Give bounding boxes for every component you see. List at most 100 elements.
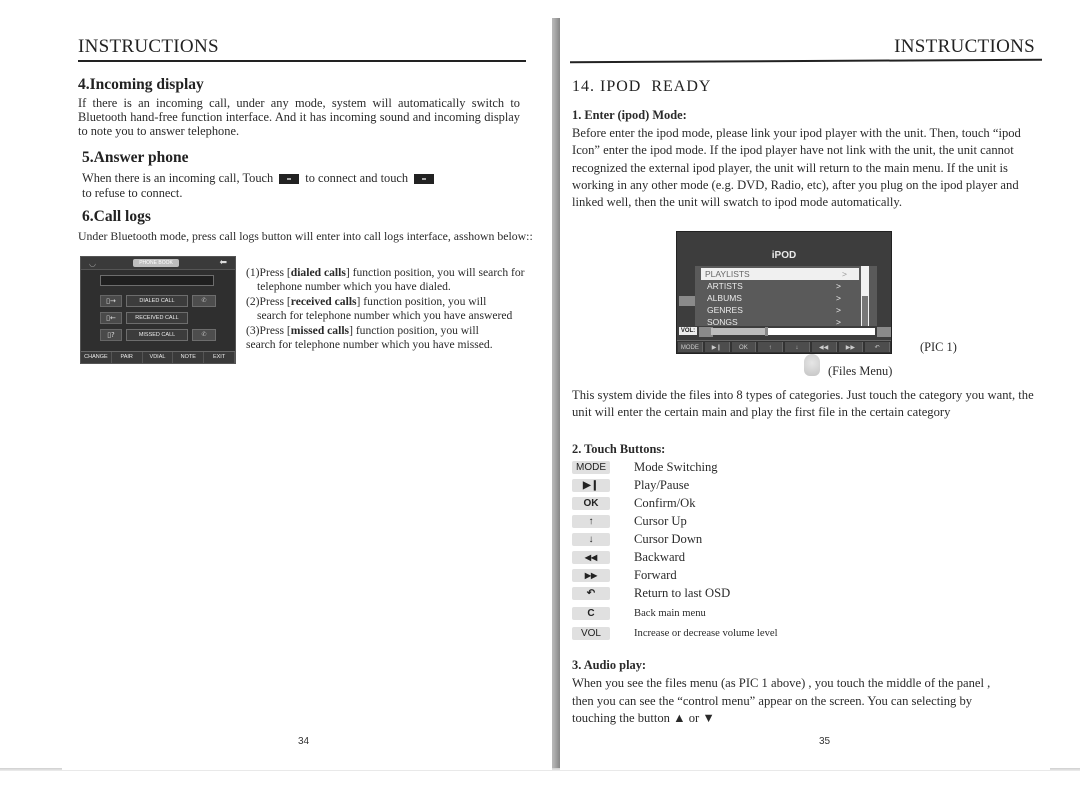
incoming-display-text: If there is an incoming call, under any … [78,96,520,138]
audio-play-title: 3. Audio play: [572,658,647,672]
forward-icon: ▶▶ [572,569,610,582]
change-button: CHANGE [81,352,112,363]
pic-label: (PIC 1) [920,340,957,354]
volume-knob [765,327,769,336]
dialed-call-label: DIALED CALL [126,295,188,307]
page-header: INSTRUCTIONS [78,36,219,57]
ipod-item-playlists: PLAYLISTS > [701,268,859,280]
back-main-icon: C [572,607,610,620]
call-icon: ✆ [192,295,216,307]
return-icon: ↶ [572,587,610,600]
answer-call-icon [279,174,300,185]
files-menu-label: (Files Menu) [828,364,893,378]
play-pause-button: ▶❙ [704,342,730,352]
screen-top-bar: ◡ PHONE BOOK ⬅ [81,257,235,270]
call-logs-screenshot: ◡ PHONE BOOK ⬅ ▯→ DIALED CALL ✆ ▯← RECEI… [80,256,236,364]
scroll-thumb [862,296,868,326]
arrow-down-icon: ↓ [572,533,610,546]
page-number: 34 [298,736,310,747]
missed-call-label: MISSED CALL [126,329,188,341]
answer-text-3: to refuse to connect. [82,186,183,200]
page-header: INSTRUCTIONS [894,36,1035,57]
touch-button-row: OK Confirm/Ok [572,496,872,512]
answer-phone-text: When there is an incoming call, Touch to … [82,171,522,201]
backward-button: ◀◀ [811,342,837,352]
touch-button-row: ◀◀ Backward [572,550,872,566]
touch-button-row: ↶ Return to last OSD [572,586,872,602]
chevron-right-icon: > [836,317,841,327]
call-logs-text: Under Bluetooth mode, press call logs bu… [78,229,533,243]
chevron-right-icon: > [836,305,841,315]
hangup-icon: ✆ [192,329,216,341]
section-title-incoming-display: 4.Incoming display [78,76,204,93]
touch-buttons-title: 2. Touch Buttons: [572,442,666,456]
volume-label: VOL: [679,327,697,335]
phone-missed-icon: ▯? [100,329,122,341]
phone-out-icon: ▯→ [100,295,122,307]
down-button: ↓ [785,342,810,352]
touch-button-row: VOL Increase or decrease volume level [572,626,872,642]
settings-icon: ◡ [89,259,96,268]
volume-icon: VOL [572,627,610,640]
mode-button: MODE [678,342,703,352]
received-call-label: RECEIVED CALL [126,312,188,324]
touch-button-row: ↓ Cursor Down [572,532,872,548]
volume-up-icon [877,327,891,337]
section-title-ipod-ready: 14. IPOD READY [572,78,712,95]
section-title-answer-phone: 5.Answer phone [82,149,189,166]
chevron-right-icon: > [842,269,847,279]
enter-mode-title: 1. Enter (ipod) Mode: [572,108,687,122]
call-log-item: (1)Press [dialed calls] function positio… [246,266,525,293]
number-display [100,275,214,286]
left-arrow-icon [679,296,695,306]
header-rule [569,58,1043,64]
chevron-right-icon: > [836,281,841,291]
ipod-control-bar: MODE ▶❙ OK ↑ ↓ ◀◀ ▶▶ ↶ [677,340,891,353]
chevron-right-icon: > [836,293,841,303]
volume-fill [711,328,766,335]
answer-text-1: When there is an incoming call, Touch [82,171,274,185]
play-pause-icon: ▶❙ [572,479,610,492]
exit-button: EXIT [204,352,235,363]
ipod-item-songs: SONGS > [707,317,841,327]
mode-icon: MODE [572,461,610,474]
vdial-button: VDIAL [143,352,174,363]
arrow-up-icon: ↑ [572,515,610,528]
touch-button-row: ▶▶ Forward [572,568,872,584]
categories-text: This system divide the files into 8 type… [572,388,1034,419]
touch-button-row: MODE Mode Switching [572,460,872,476]
backward-icon: ◀◀ [572,551,610,564]
audio-play-text: When you see the files menu (as PIC 1 ab… [572,676,991,725]
header-rule [78,60,526,62]
reject-call-icon [414,174,435,185]
ipod-files-menu-screenshot: iPOD PLAYLISTS > ARTISTS > ALBUMS > GENRES >… [676,231,892,354]
forward-button: ▶▶ [838,342,864,352]
ipod-scrollbar [861,266,869,326]
touch-button-row: C Back main menu [572,606,872,622]
ipod-title: iPOD [771,250,797,261]
return-button: ↶ [865,342,890,352]
enter-mode-text: Before enter the ipod mode, please link … [572,126,1021,210]
section-title-call-logs: 6.Call logs [82,208,151,225]
note-button: NOTE [173,352,205,363]
ipod-item-genres: GENRES > [707,305,841,315]
touch-button-row: ↑ Cursor Up [572,514,872,530]
ipod-item-albums: ALBUMS > [707,293,841,303]
call-log-item: (2)Press [received calls] function posit… [246,295,513,322]
manual-spread: INSTRUCTIONS 4.Incoming display If there… [0,0,1080,788]
right-page: INSTRUCTIONS 14. IPOD READY 1. Enter (ip… [560,18,1050,770]
ipod-item-artists: ARTISTS > [707,281,841,291]
phone-in-icon: ▯← [100,312,122,324]
up-button: ↑ [758,342,783,352]
pointing-hand-icon [804,354,820,376]
ok-button: OK [731,342,757,352]
left-page: INSTRUCTIONS 4.Incoming display If there… [62,18,552,770]
phonebook-tab: PHONE BOOK [133,259,179,267]
call-logs-instructions: (1)Press [dialed calls] function positio… [246,266,542,354]
pair-button: PAIR [112,352,143,363]
volume-slider [711,327,875,336]
touch-button-row: ▶❙ Play/Pause [572,478,872,494]
ok-icon: OK [572,497,610,510]
screen-bottom-bar: CHANGE PAIR VDIAL NOTE EXIT [81,351,235,363]
page-number: 35 [819,736,831,747]
